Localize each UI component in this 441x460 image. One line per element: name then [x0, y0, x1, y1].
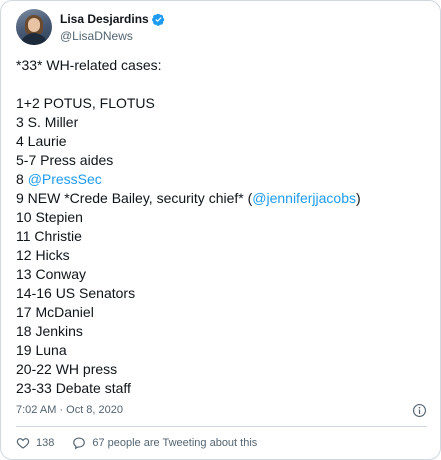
info-icon[interactable]	[412, 403, 427, 418]
discussion-link[interactable]: 67 people are Tweeting about this	[72, 436, 257, 450]
avatar-shoulders	[20, 33, 48, 45]
tweet-line: 12 Hicks	[16, 246, 426, 265]
tweet-line: 18 Jenkins	[16, 322, 426, 341]
tweet-text-segment: 10 Stepien	[16, 209, 83, 225]
divider	[16, 426, 427, 427]
tweet-line: 13 Conway	[16, 265, 426, 284]
tweet-text: *33* WH-related cases: 1+2 POTUS, FLOTUS 3…	[16, 56, 426, 398]
tweet-text-segment: 12 Hicks	[16, 247, 70, 263]
tweet-text-segment: 18 Jenkins	[16, 323, 83, 339]
tweet-text-segment: 19 Luna	[16, 342, 67, 358]
tweet-line: 10 Stepien	[16, 208, 426, 227]
author-display-name[interactable]: Lisa Desjardins	[60, 12, 149, 26]
tweet-card: Lisa Desjardins @LisaDNews *33* WH-relat…	[0, 0, 441, 460]
tweet-text-segment: 8	[16, 171, 28, 187]
tweet-header: Lisa Desjardins @LisaDNews	[16, 9, 416, 45]
tweet-line: 9 NEW *Crede Bailey, security chief* (@j…	[16, 189, 426, 208]
tweet-line: 4 Laurie	[16, 132, 426, 151]
tweet-text-segment: 11 Christie	[16, 228, 82, 244]
author-names: Lisa Desjardins @LisaDNews	[60, 11, 165, 43]
tweet-line: 23-33 Debate staff	[16, 379, 426, 398]
verified-badge-icon	[151, 13, 164, 26]
tweet-text-segment: 3 S. Miller	[16, 114, 79, 130]
tweet-line: 20-22 WH press	[16, 360, 426, 379]
tweet-text-segment: 13 Conway	[16, 266, 87, 282]
like-button[interactable]: 138	[16, 436, 54, 450]
tweet-line: 11 Christie	[16, 227, 426, 246]
display-name-row: Lisa Desjardins	[60, 11, 165, 27]
tweet-text-segment: 4 Laurie	[16, 133, 67, 149]
tweet-line: 5-7 Press aides	[16, 151, 426, 170]
mention-link[interactable]: @jenniferjjacobs	[252, 190, 356, 206]
tweet-line: 1+2 POTUS, FLOTUS	[16, 94, 426, 113]
mention-link[interactable]: @PressSec	[28, 171, 102, 187]
tweet-text-segment: 1+2 POTUS, FLOTUS	[16, 95, 155, 111]
tweet-actions: 138 67 people are Tweeting about this	[16, 434, 257, 452]
tweet-text-segment: 9 NEW *Crede Bailey, security chief* (	[16, 190, 253, 206]
heart-icon	[16, 438, 30, 449]
reply-bubble-icon	[73, 437, 86, 450]
tweet-line: 17 McDaniel	[16, 303, 426, 322]
tweet-text-segment: *33* WH-related cases:	[16, 57, 162, 73]
tweet-line: 19 Luna	[16, 341, 426, 360]
tweet-line: 3 S. Miller	[16, 113, 426, 132]
avatar[interactable]	[16, 9, 52, 45]
tweet-text-segment: 20-22 WH press	[16, 361, 118, 377]
tweet-meta: 7:02 AM · Oct 8, 2020	[16, 404, 427, 420]
tweet-text-segment: 17 McDaniel	[16, 304, 94, 320]
tweet-line: *33* WH-related cases:	[16, 56, 426, 75]
tweet-line	[16, 75, 426, 94]
tweet-line: 8 @PressSec	[16, 170, 426, 189]
tweet-line: 14-16 US Senators	[16, 284, 426, 303]
avatar-face	[28, 18, 40, 32]
tweet-text-segment: 14-16 US Senators	[16, 285, 136, 301]
discussion-text: 67 people are Tweeting about this	[92, 437, 258, 449]
tweet-text-segment: )	[355, 190, 361, 206]
tweet-text-segment: 5-7 Press aides	[16, 152, 114, 168]
tweet-text-segment: 23-33 Debate staff	[16, 380, 131, 396]
like-count: 138	[36, 437, 55, 449]
author-handle[interactable]: @LisaDNews	[60, 29, 165, 43]
tweet-timestamp[interactable]: 7:02 AM · Oct 8, 2020	[16, 404, 123, 416]
